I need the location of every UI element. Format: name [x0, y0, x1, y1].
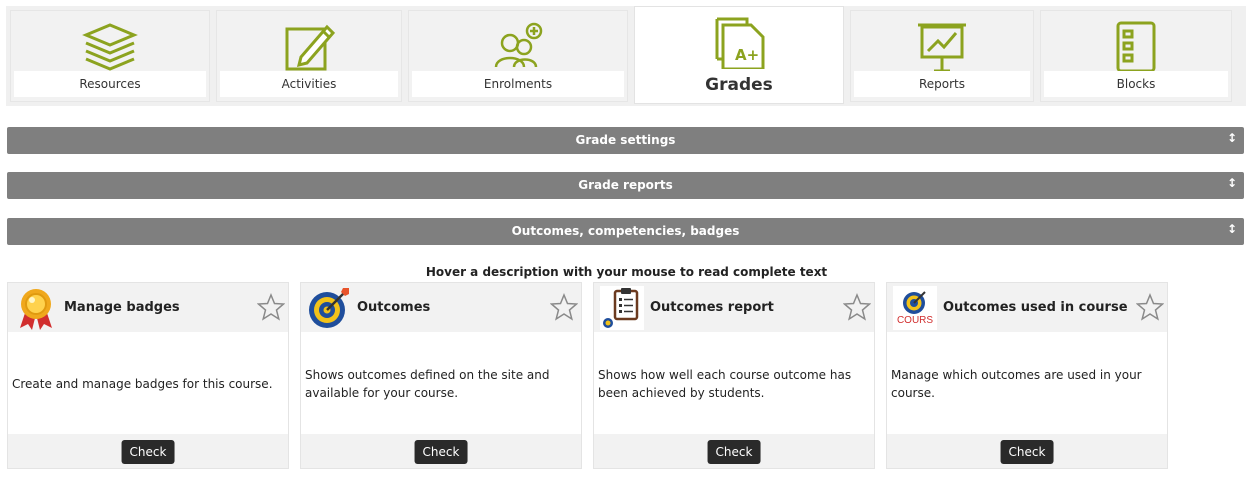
hover-hint-text: Hover a description with your mouse to r…: [425, 265, 828, 279]
section-grade-settings[interactable]: Grade settings ↕: [7, 127, 1244, 154]
card-description[interactable]: Manage which outcomes are used in your c…: [891, 332, 1161, 436]
section-outcomes-label: Outcomes, competencies, badges: [511, 224, 740, 238]
tab-reports[interactable]: Reports: [850, 10, 1034, 102]
favorite-star-icon[interactable]: [1136, 293, 1164, 321]
users-add-icon: [488, 19, 548, 75]
card-footer: Check: [594, 434, 874, 468]
cours-label: COURS: [896, 315, 934, 326]
tab-blocks-label: Blocks: [1044, 71, 1228, 97]
card-header: Outcomes report: [594, 283, 874, 332]
section-outcomes-competencies-badges[interactable]: Outcomes, competencies, badges ↕: [7, 218, 1244, 245]
tab-grades[interactable]: A+ Grades: [634, 6, 844, 104]
tab-enrolments[interactable]: Enrolments: [408, 10, 628, 102]
card-outcomes: Outcomes Shows outcomes defined on the s…: [300, 282, 582, 469]
badge-medal-icon: [14, 286, 58, 330]
card-footer: Check: [8, 434, 288, 468]
favorite-star-icon[interactable]: [550, 293, 578, 321]
tab-resources-label: Resources: [14, 71, 206, 97]
card-footer: Check: [301, 434, 581, 468]
tab-resources[interactable]: Resources: [10, 10, 210, 102]
blocks-list-icon: [1106, 19, 1166, 75]
presentation-chart-icon: [912, 19, 972, 75]
tab-blocks[interactable]: Blocks: [1040, 10, 1232, 102]
card-title: Outcomes report: [650, 300, 774, 315]
favorite-star-icon[interactable]: [257, 293, 285, 321]
card-outcomes-used-in-course: COURS Outcomes used in course Manage whi…: [886, 282, 1168, 469]
target-cours-icon: COURS: [893, 286, 937, 330]
card-description[interactable]: Create and manage badges for this course…: [12, 332, 282, 436]
tab-reports-label: Reports: [854, 71, 1030, 97]
card-manage-badges: Manage badges Create and manage badges f…: [7, 282, 289, 469]
card-title: Outcomes used in course: [943, 300, 1128, 315]
card-outcomes-report: Outcomes report Shows how well each cour…: [593, 282, 875, 469]
tab-enrolments-label: Enrolments: [412, 71, 624, 97]
course-admin-tabs: Resources Activities Enrolments A+ Grade…: [6, 6, 1246, 106]
card-description[interactable]: Shows outcomes defined on the site and a…: [305, 332, 575, 436]
check-button[interactable]: Check: [414, 440, 468, 464]
check-button[interactable]: Check: [1000, 440, 1054, 464]
layers-icon: [80, 19, 140, 75]
expand-toggle-icon[interactable]: ↕: [1227, 172, 1237, 194]
expand-toggle-icon[interactable]: ↕: [1227, 127, 1237, 149]
expand-toggle-icon[interactable]: ↕: [1227, 218, 1237, 240]
grade-a-plus-icon: A+: [709, 15, 769, 71]
tab-activities[interactable]: Activities: [216, 10, 402, 102]
check-button[interactable]: Check: [121, 440, 175, 464]
pencil-edit-icon: [279, 19, 339, 75]
card-title: Manage badges: [64, 300, 180, 315]
section-grade-settings-label: Grade settings: [575, 133, 676, 147]
target-icon: [307, 286, 351, 330]
tab-grades-label: Grades: [638, 69, 840, 101]
check-button[interactable]: Check: [707, 440, 761, 464]
card-title: Outcomes: [357, 300, 431, 315]
section-grade-reports[interactable]: Grade reports ↕: [7, 172, 1244, 199]
clipboard-report-icon: [600, 286, 644, 330]
favorite-star-icon[interactable]: [843, 293, 871, 321]
card-header: Outcomes: [301, 283, 581, 332]
section-grade-reports-label: Grade reports: [578, 178, 673, 192]
card-header: Manage badges: [8, 283, 288, 332]
card-footer: Check: [887, 434, 1167, 468]
card-description[interactable]: Shows how well each course outcome has b…: [598, 332, 868, 436]
card-header: COURS Outcomes used in course: [887, 283, 1167, 332]
tab-activities-label: Activities: [220, 71, 398, 97]
svg-text:A+: A+: [735, 46, 759, 64]
